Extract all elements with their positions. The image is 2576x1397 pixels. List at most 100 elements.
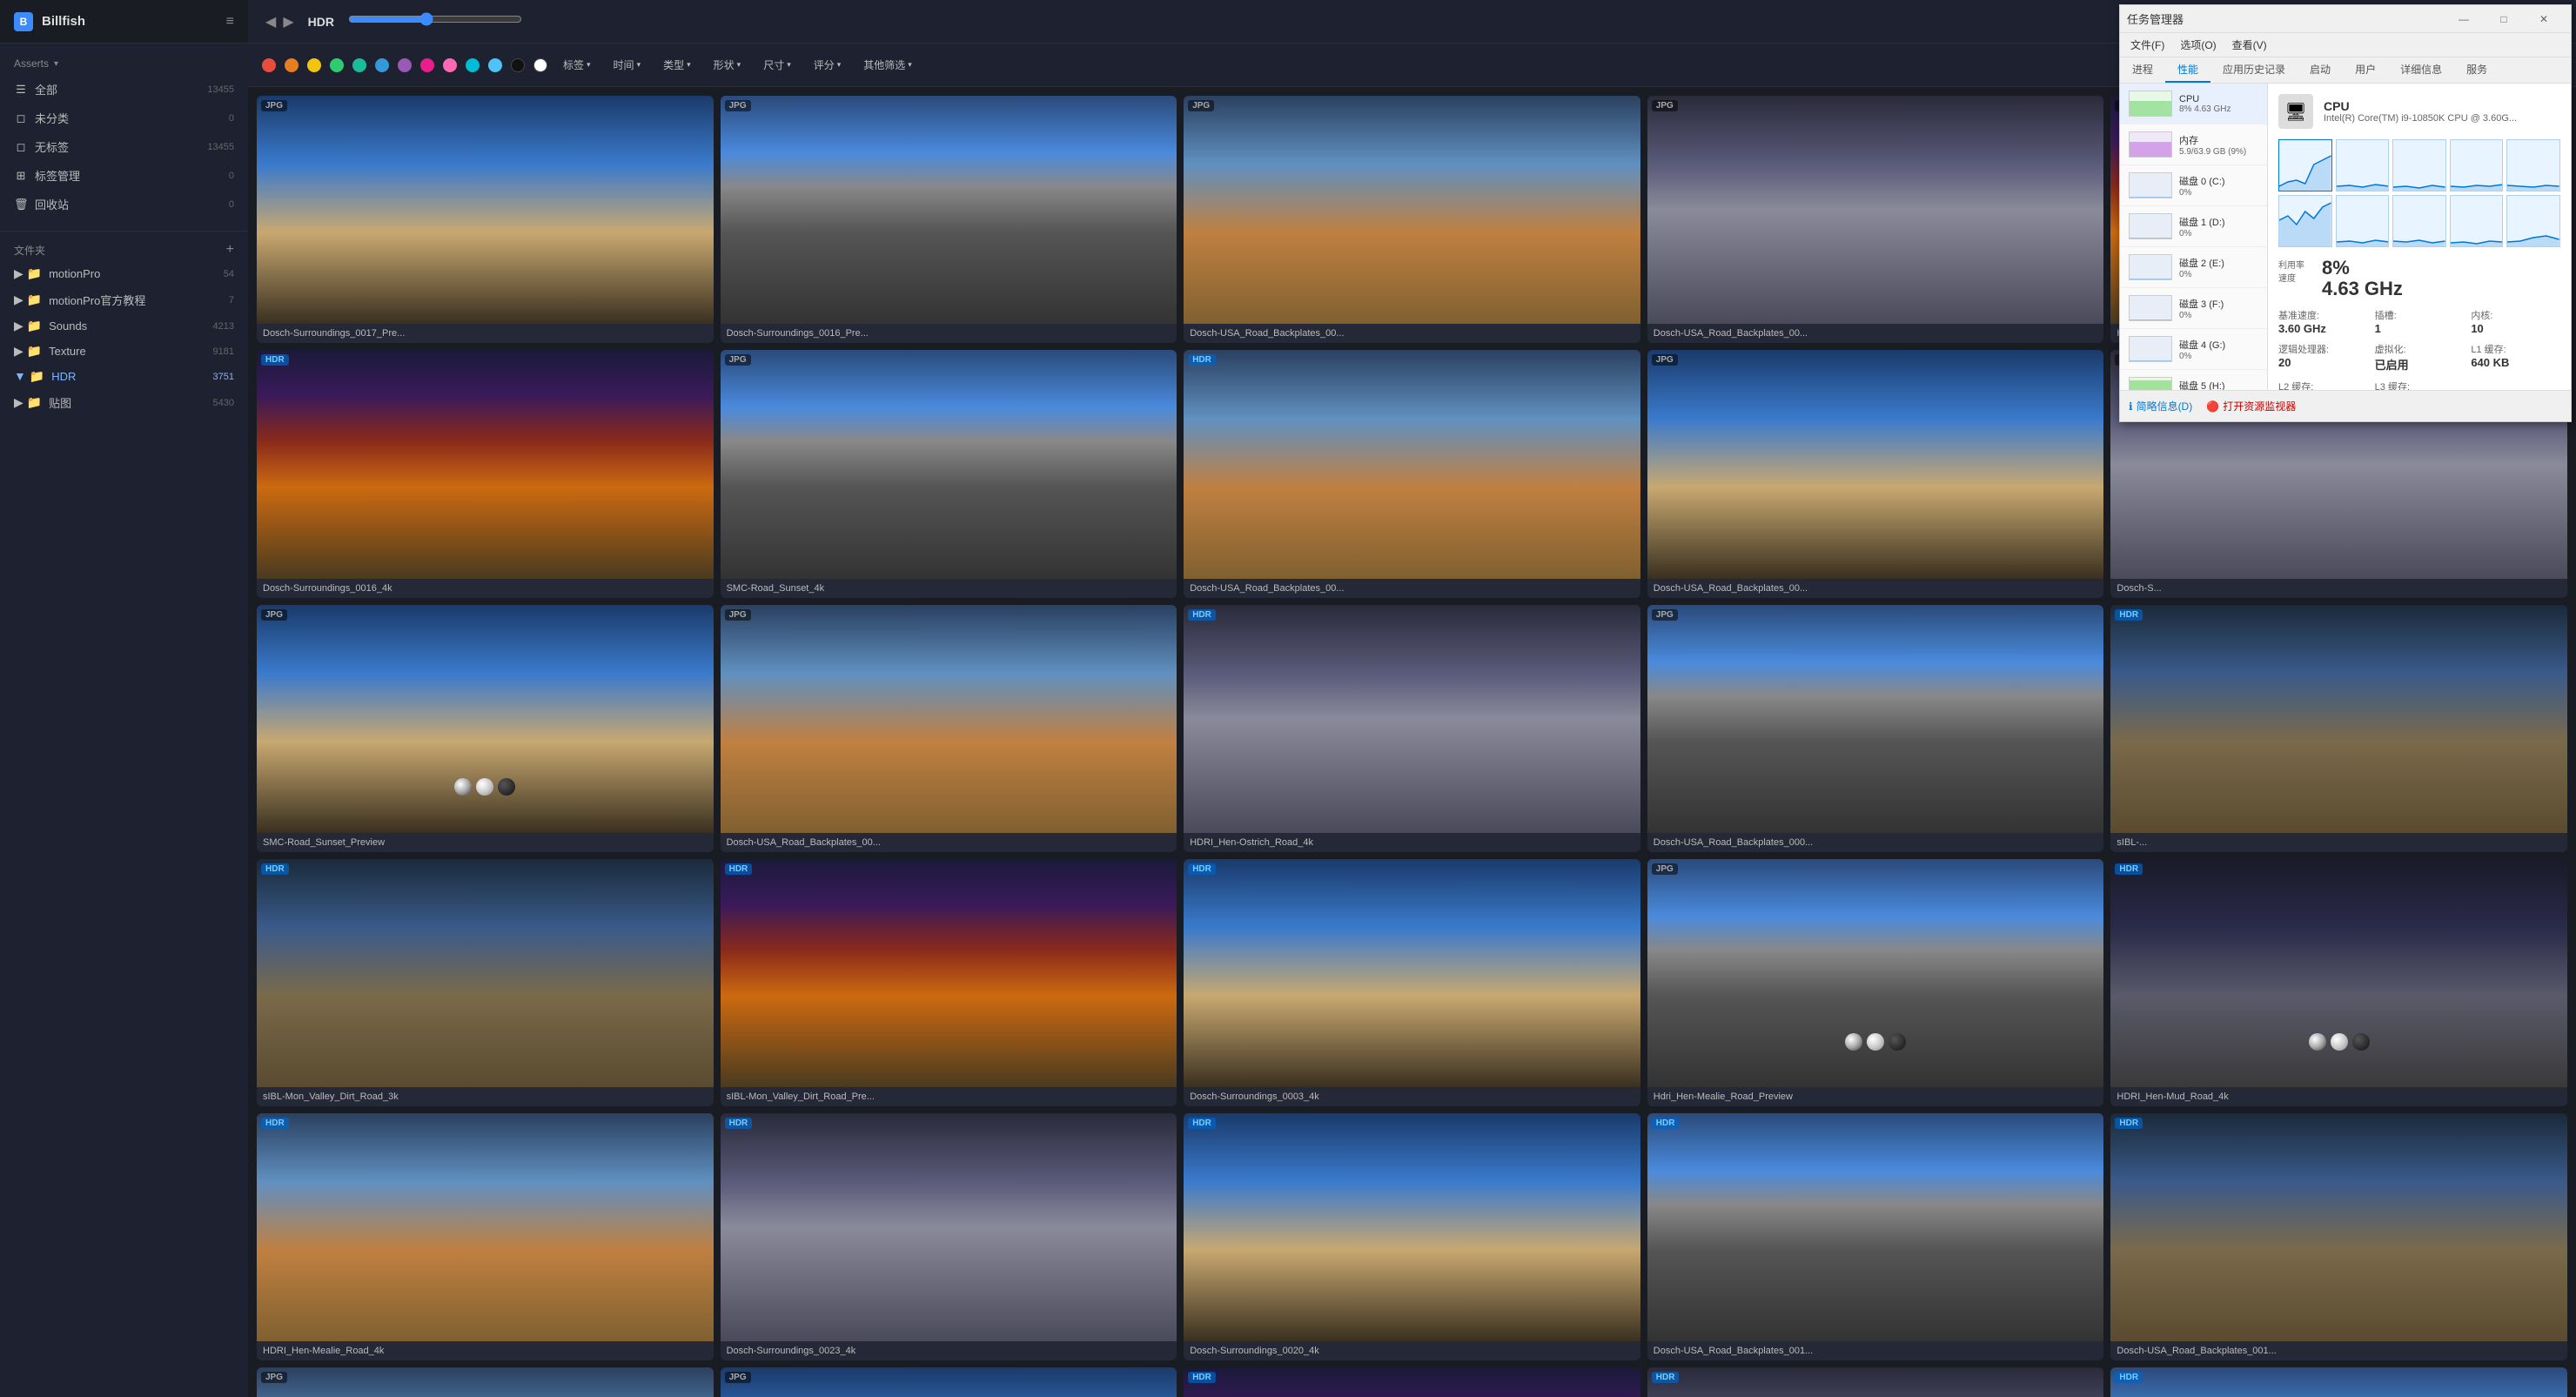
tm-resource-cpu[interactable]: CPU 8% 4.63 GHz bbox=[2120, 84, 2267, 124]
color-filter-red[interactable] bbox=[262, 58, 276, 72]
tm-resource-list: CPU 8% 4.63 GHz 内存 5.9/63.9 GB (9%) 磁盘 0… bbox=[2120, 84, 2268, 390]
grid-item[interactable]: JPGSMC-Road_Sunset_Preview bbox=[257, 605, 714, 852]
filter-rating-button[interactable]: 评分 ▾ bbox=[807, 54, 849, 76]
tm-menu-options[interactable]: 选项(O) bbox=[2173, 35, 2223, 55]
grid-item[interactable]: HDRDosch-USA_Road_Backplates_000... bbox=[2110, 1367, 2567, 1397]
tm-tab-users[interactable]: 用户 bbox=[2343, 57, 2388, 83]
folder-icon: ▶ 📁 bbox=[14, 319, 42, 333]
color-filter-lightpink[interactable] bbox=[443, 58, 457, 72]
sidebar-folder-motionpro[interactable]: ▶ 📁 motionPro 54 bbox=[0, 261, 248, 286]
filter-shape-button[interactable]: 形状 ▾ bbox=[707, 54, 748, 76]
tm-tab-details[interactable]: 详细信息 bbox=[2388, 57, 2454, 83]
tm-tab-app-history[interactable]: 应用历史记录 bbox=[2210, 57, 2298, 83]
sidebar-folder-hdr[interactable]: ▼ 📁 HDR 3751 bbox=[0, 364, 248, 389]
color-filter-orange[interactable] bbox=[285, 58, 299, 72]
sidebar-folder-sounds[interactable]: ▶ 📁 Sounds 4213 bbox=[0, 313, 248, 339]
grid-item-label: SMC-Road_Sunset_4k bbox=[721, 579, 1177, 598]
cpu-speed: 4.63 GHz bbox=[2322, 279, 2403, 299]
grid-item[interactable]: HDRDosch-Surroundings_0020_4k bbox=[1184, 1113, 1640, 1360]
folder-label: motionPro官方教程 bbox=[49, 292, 222, 308]
summary-info-button[interactable]: ℹ 简略信息(D) bbox=[2129, 399, 2192, 413]
folders-label: 文件夹 bbox=[14, 243, 45, 258]
grid-item[interactable]: HDRHDRI_Hen-Mealie_Road_4k bbox=[257, 1113, 714, 1360]
open-resource-monitor-button[interactable]: 🔴 打开资源监视器 bbox=[2206, 399, 2296, 413]
cpu-chart-5 bbox=[2506, 139, 2560, 191]
grid-item[interactable]: JPGDosch-USA_Road_Backplates_001... bbox=[721, 1367, 1177, 1397]
filter-tag-button[interactable]: 标签 ▾ bbox=[556, 54, 598, 76]
tm-tab-processes[interactable]: 进程 bbox=[2120, 57, 2165, 83]
disk3-resource-info: 磁盘 3 (F:) 0% bbox=[2179, 297, 2224, 320]
tm-resource-disk5[interactable]: 磁盘 5 (H:) 100% bbox=[2120, 370, 2267, 390]
tm-resource-disk4[interactable]: 磁盘 4 (G:) 0% bbox=[2120, 329, 2267, 370]
tm-tab-startup[interactable]: 启动 bbox=[2298, 57, 2343, 83]
grid-item[interactable]: HDRDosch-Surroundings_0023_4k bbox=[721, 1113, 1177, 1360]
grid-item[interactable]: JPGSMC-Road_Sunset_4k bbox=[721, 350, 1177, 597]
maximize-button[interactable]: □ bbox=[2484, 5, 2524, 33]
grid-item[interactable]: JPGDosch-USA_Road_Backplates_00... bbox=[1647, 350, 2104, 597]
grid-item[interactable]: HDRHDRI_Hen-Ostrich_Road_4k bbox=[1184, 605, 1640, 852]
grid-item[interactable]: JPGDosch-Surroundings_0017_Pre... bbox=[257, 96, 714, 343]
sidebar-item-trash[interactable]: 🗑 回收站 0 bbox=[0, 190, 248, 218]
tm-tabs: 进程 性能 应用历史记录 启动 用户 详细信息 服务 bbox=[2120, 57, 2571, 84]
grid-item[interactable]: JPGDosch-USA_Road_Backplates_00... bbox=[1184, 96, 1640, 343]
grid-item[interactable]: JPGHdri_Hen-Mealie_Road_Preview bbox=[1647, 859, 2104, 1106]
grid-item[interactable]: HDRHDRI_Hen-Cloudy_Cliffside_Roa... bbox=[1647, 1367, 2104, 1397]
sidebar-folder-texture[interactable]: ▶ 📁 Texture 9181 bbox=[0, 339, 248, 364]
tm-resource-disk2[interactable]: 磁盘 2 (E:) 0% bbox=[2120, 247, 2267, 288]
color-filter-black[interactable] bbox=[511, 58, 525, 72]
sidebar-folder-motionpro-tutorial[interactable]: ▶ 📁 motionPro官方教程 7 bbox=[0, 286, 248, 313]
sidebar-item-all[interactable]: ☰ 全部 13455 bbox=[0, 75, 248, 104]
color-filter-green[interactable] bbox=[330, 58, 344, 72]
asserts-section-title[interactable]: Asserts ▾ bbox=[0, 52, 248, 75]
grid-item[interactable]: JPGDosch-USA_Road_Backplates_00... bbox=[1647, 96, 2104, 343]
tm-resource-memory[interactable]: 内存 5.9/63.9 GB (9%) bbox=[2120, 124, 2267, 165]
grid-item[interactable]: JPGDosch-USA_Road_Backplates_00... bbox=[721, 605, 1177, 852]
color-filter-yellow[interactable] bbox=[307, 58, 321, 72]
color-filter-white[interactable] bbox=[533, 58, 547, 72]
color-filter-lightblue[interactable] bbox=[488, 58, 502, 72]
grid-item[interactable]: HDRDosch-USA_Road_Backplates_001... bbox=[2110, 1113, 2567, 1360]
tm-resource-disk3[interactable]: 磁盘 3 (F:) 0% bbox=[2120, 288, 2267, 329]
tm-resource-disk0[interactable]: 磁盘 0 (C:) 0% bbox=[2120, 165, 2267, 206]
grid-item[interactable]: HDRHdri_Hen-Ostrich_Road_Preview bbox=[1184, 1367, 1640, 1397]
grid-item[interactable]: HDRDosch-USA_Road_Backplates_00... bbox=[1184, 350, 1640, 597]
zoom-slider[interactable] bbox=[348, 12, 522, 26]
folder-count: 9181 bbox=[213, 346, 234, 357]
grid-item[interactable]: HDRsIBL-Mon_Valley_Dirt_Road_Pre... bbox=[721, 859, 1177, 1106]
sockets-value: 1 bbox=[2375, 322, 2465, 335]
minimize-button[interactable]: — bbox=[2444, 5, 2484, 33]
color-filter-cyan[interactable] bbox=[466, 58, 480, 72]
filter-type-button[interactable]: 类型 ▾ bbox=[656, 54, 698, 76]
forward-button[interactable]: ▶ bbox=[283, 13, 293, 30]
tm-resource-disk1[interactable]: 磁盘 1 (D:) 0% bbox=[2120, 206, 2267, 247]
color-filter-pink[interactable] bbox=[420, 58, 434, 72]
back-button[interactable]: ◀ bbox=[265, 13, 276, 30]
close-button[interactable]: ✕ bbox=[2524, 5, 2564, 33]
grid-item[interactable]: JPGDosch-Surroundings_0016_Pre... bbox=[721, 96, 1177, 343]
grid-item[interactable]: JPGDosch-USA_Road_Backplates_000... bbox=[1647, 605, 2104, 852]
grid-item[interactable]: HDRsIBL-Mon_Valley_Dirt_Road_3k bbox=[257, 859, 714, 1106]
tm-tab-services[interactable]: 服务 bbox=[2454, 57, 2499, 83]
tm-tab-performance[interactable]: 性能 bbox=[2165, 57, 2210, 83]
tm-menu-view[interactable]: 查看(V) bbox=[2225, 35, 2274, 55]
disk0-mini-chart bbox=[2129, 172, 2172, 198]
color-filter-purple[interactable] bbox=[398, 58, 412, 72]
grid-item[interactable]: HDRHDRI_Hen-Mud_Road_4k bbox=[2110, 859, 2567, 1106]
sidebar-folder-maps[interactable]: ▶ 📁 贴图 5430 bbox=[0, 389, 248, 416]
grid-item[interactable]: HDRDosch-USA_Road_Backplates_001... bbox=[1647, 1113, 2104, 1360]
color-filter-teal[interactable] bbox=[352, 58, 366, 72]
add-folder-button[interactable]: + bbox=[226, 242, 234, 258]
filter-other-button[interactable]: 其他筛选 ▾ bbox=[856, 54, 919, 76]
filter-size-button[interactable]: 尺寸 ▾ bbox=[756, 54, 798, 76]
filter-time-button[interactable]: 时间 ▾ bbox=[607, 54, 648, 76]
menu-icon[interactable]: ≡ bbox=[226, 14, 234, 30]
tm-menu-file[interactable]: 文件(F) bbox=[2123, 35, 2171, 55]
grid-item[interactable]: HDRDosch-Surroundings_0003_4k bbox=[1184, 859, 1640, 1106]
sidebar-item-untagged[interactable]: ◻ 无标签 13455 bbox=[0, 132, 248, 161]
grid-item[interactable]: HDRsIBL-... bbox=[2110, 605, 2567, 852]
grid-item[interactable]: JPGsIBL-Ridgecrest_Road_Preview bbox=[257, 1367, 714, 1397]
sidebar-item-tag-mgmt[interactable]: ⊞ 标签管理 0 bbox=[0, 161, 248, 190]
color-filter-blue[interactable] bbox=[375, 58, 389, 72]
sidebar-item-unclassified[interactable]: ◻ 未分类 0 bbox=[0, 104, 248, 132]
grid-item[interactable]: HDRDosch-Surroundings_0016_4k bbox=[257, 350, 714, 597]
